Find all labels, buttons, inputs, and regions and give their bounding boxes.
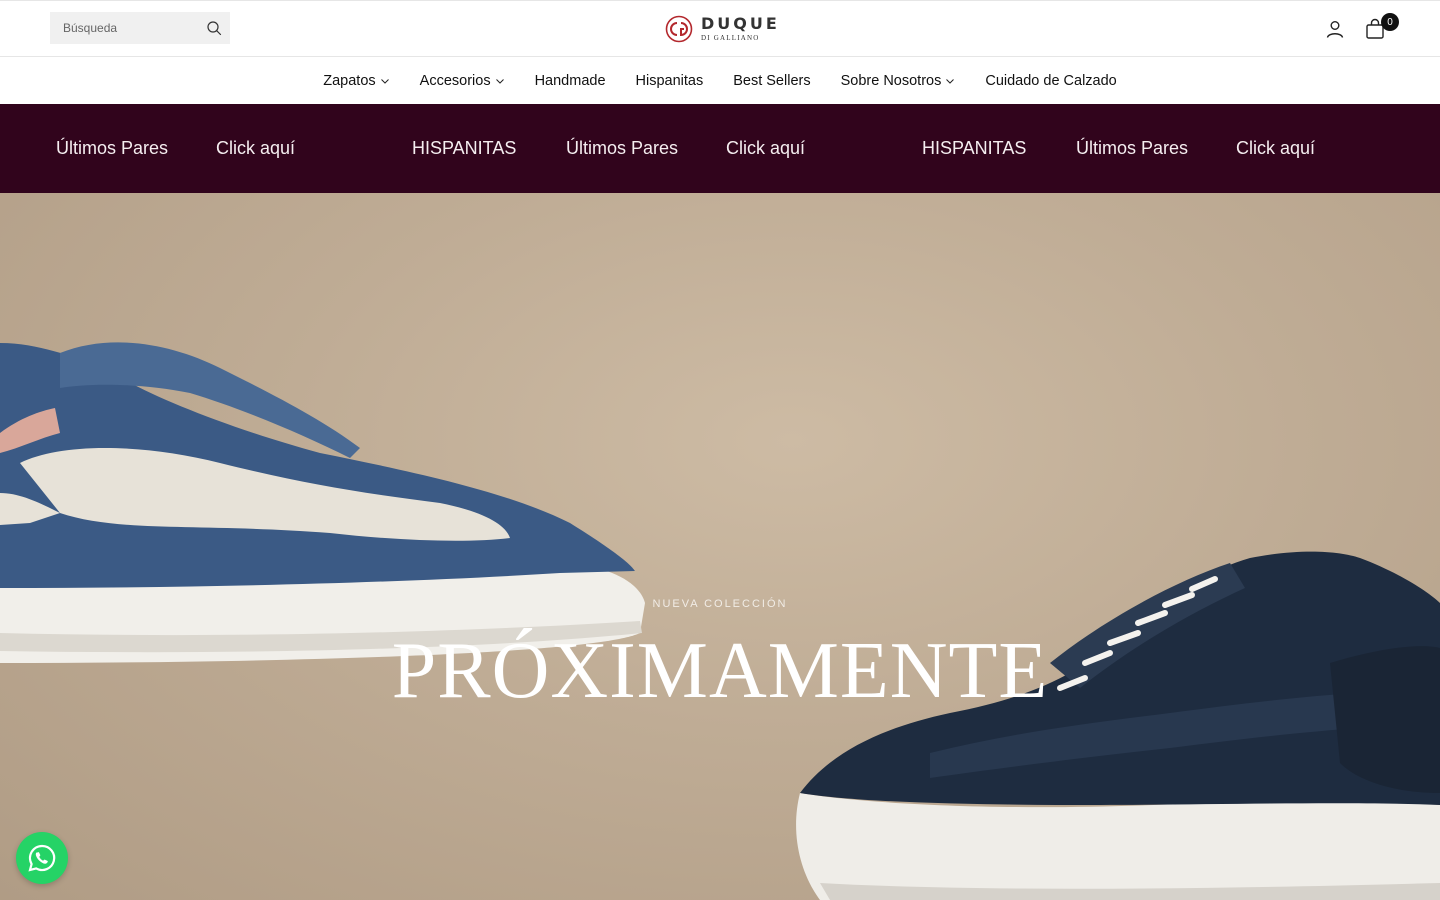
logo-mark-icon [665, 15, 693, 43]
main-nav: Zapatos Accesorios Handmade Hispanitas B… [0, 57, 1440, 104]
nav-item-label: Sobre Nosotros [840, 72, 942, 89]
hero-banner[interactable]: NUEVA COLECCIÓN PRÓXIMAMENTE [0, 193, 1440, 900]
user-icon[interactable] [1325, 19, 1345, 39]
logo-brand: DUQUE [701, 14, 780, 33]
nav-item-best-sellers[interactable]: Best Sellers [718, 73, 825, 89]
nav-item-sobre-nosotros[interactable]: Sobre Nosotros [826, 73, 971, 89]
brand-logo[interactable]: DUQUE DI GALLIANO [665, 13, 780, 45]
chevron-down-icon [495, 78, 504, 84]
search-icon[interactable] [206, 20, 222, 36]
hero-eyebrow: NUEVA COLECCIÓN [652, 598, 788, 610]
whatsapp-icon [28, 844, 56, 872]
chevron-down-icon [380, 78, 389, 84]
nav-item-label: Accesorios [419, 72, 491, 89]
marquee-item[interactable]: Click aquí [726, 104, 805, 193]
logo-subtitle: DI GALLIANO [701, 34, 760, 42]
marquee-item[interactable]: Últimos Pares [56, 104, 168, 193]
announcement-marquee: Últimos Pares Click aquí HISPANITAS Últi… [0, 104, 1440, 193]
marquee-item[interactable]: Click aquí [216, 104, 295, 193]
nav-item-cuidado-de-calzado[interactable]: Cuidado de Calzado [970, 73, 1131, 89]
nav-item-label: Hispanitas [635, 72, 704, 89]
nav-item-hispanitas[interactable]: Hispanitas [621, 73, 719, 89]
nav-item-label: Best Sellers [733, 72, 811, 89]
nav-item-label: Zapatos [323, 72, 376, 89]
marquee-item[interactable]: Click aquí [1236, 104, 1315, 193]
whatsapp-button[interactable] [16, 832, 68, 884]
search-input[interactable] [50, 12, 230, 44]
search-box [50, 12, 230, 44]
left-sneaker-illustration [0, 342, 645, 663]
hero-title: PRÓXIMAMENTE [391, 627, 1049, 715]
hero-sneakers-image [0, 342, 1440, 900]
top-header: DUQUE DI GALLIANO 0 [0, 0, 1440, 57]
cart-count-badge[interactable]: 0 [1381, 13, 1399, 31]
chevron-down-icon [946, 78, 955, 84]
logo-text: DUQUE DI GALLIANO [701, 16, 780, 42]
marquee-item[interactable]: Últimos Pares [1076, 104, 1188, 193]
nav-item-accesorios[interactable]: Accesorios [405, 73, 520, 89]
nav-item-label: Handmade [534, 72, 606, 89]
marquee-item[interactable]: HISPANITAS [412, 104, 516, 193]
marquee-item[interactable]: HISPANITAS [922, 104, 1026, 193]
nav-item-zapatos[interactable]: Zapatos [308, 73, 404, 89]
nav-item-handmade[interactable]: Handmade [520, 73, 621, 89]
marquee-item[interactable]: Últimos Pares [566, 104, 678, 193]
nav-item-label: Cuidado de Calzado [985, 72, 1117, 89]
